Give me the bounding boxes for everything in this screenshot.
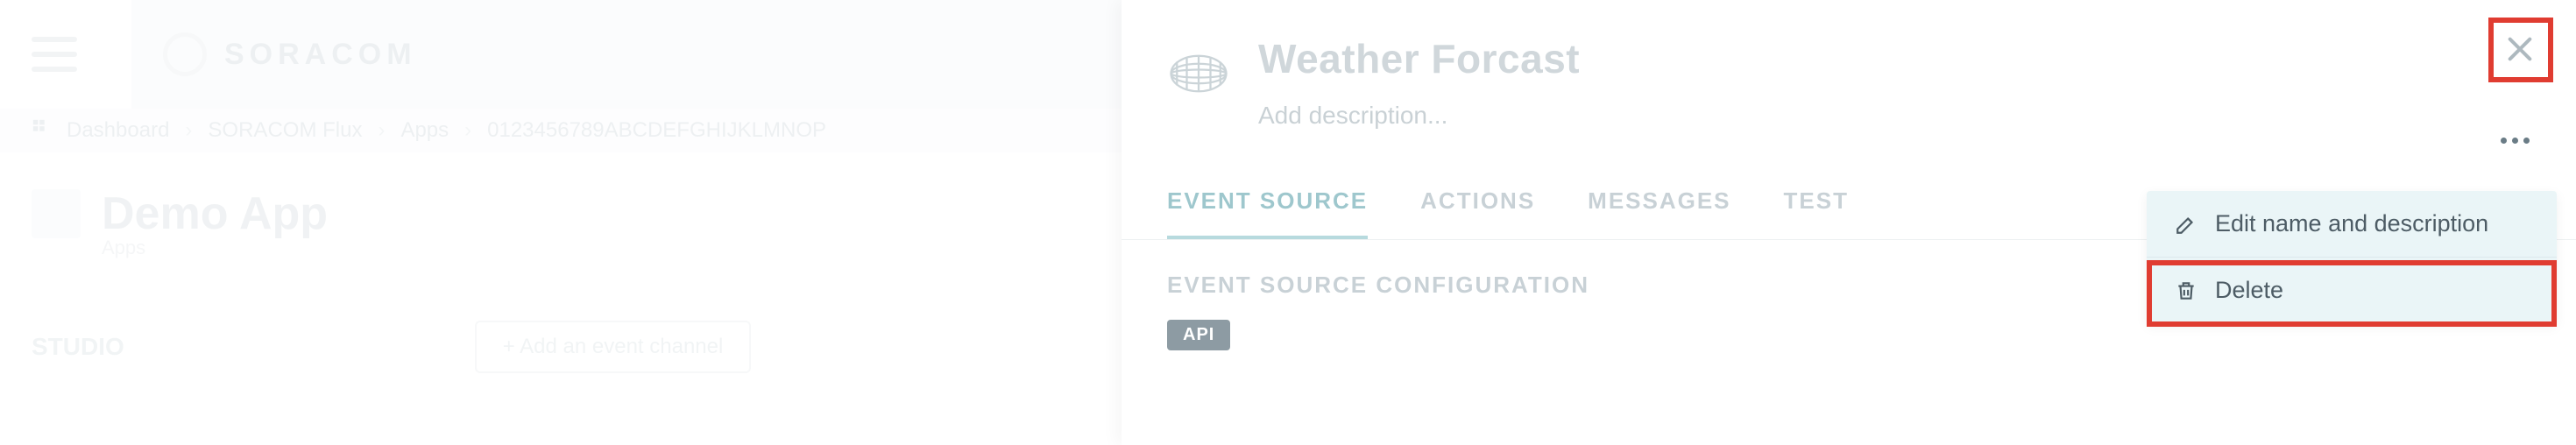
menu-item-label: Delete — [2215, 277, 2283, 304]
panel-description-placeholder[interactable]: Add description... — [1258, 102, 1580, 130]
pencil-icon — [2173, 211, 2199, 237]
detail-panel: Weather Forcast Add description... EVENT… — [1122, 0, 2576, 445]
panel-title[interactable]: Weather Forcast — [1258, 35, 1580, 82]
context-menu: Edit name and description Delete — [2147, 191, 2557, 323]
tab-messages[interactable]: MESSAGES — [1588, 187, 1730, 239]
more-menu-button[interactable] — [2497, 131, 2532, 149]
menu-item-edit[interactable]: Edit name and description — [2147, 191, 2557, 257]
tab-event-source[interactable]: EVENT SOURCE — [1167, 187, 1368, 239]
api-badge: API — [1167, 320, 1230, 350]
close-button[interactable] — [2490, 19, 2550, 79]
tab-test[interactable]: TEST — [1784, 187, 1849, 239]
trash-icon — [2173, 278, 2199, 304]
menu-item-label: Edit name and description — [2215, 210, 2488, 237]
tab-actions[interactable]: ACTIONS — [1420, 187, 1535, 239]
weather-net-icon — [1167, 42, 1230, 105]
menu-item-delete[interactable]: Delete — [2147, 257, 2557, 323]
